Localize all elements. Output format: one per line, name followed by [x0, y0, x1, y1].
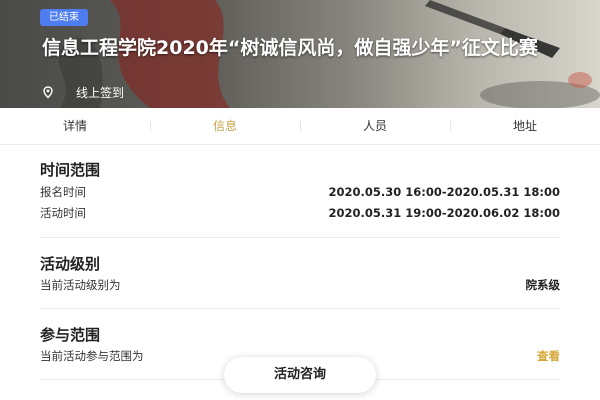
view-scope-link[interactable]: 查看 — [537, 346, 560, 367]
activity-time-label: 活动时间 — [40, 206, 86, 220]
level-heading: 活动级别 — [40, 255, 101, 273]
tab-bar: 详情 信息 人员 地址 — [0, 108, 600, 145]
signup-time-value: 2020.05.30 16:00-2020.05.31 18:00 — [328, 185, 561, 199]
scope-label: 当前活动参与范围为 — [40, 349, 144, 363]
activity-title: 信息工程学院2020年“树诚信风尚，做自强少年”征文比赛 — [42, 37, 538, 59]
activity-time-value: 2020.05.31 19:00-2020.06.02 18:00 — [328, 206, 561, 220]
tab-address[interactable]: 地址 — [450, 108, 600, 144]
location-row: 线上签到 — [42, 84, 124, 101]
level-row: 当前活动级别为 院系级 — [40, 275, 560, 296]
scope-heading: 参与范围 — [40, 326, 101, 344]
signup-time-row: 报名时间 2020.05.30 16:00-2020.05.31 18:00 — [40, 182, 560, 203]
tab-info[interactable]: 信息 — [150, 108, 300, 144]
activity-time-row: 活动时间 2020.05.31 19:00-2020.06.02 18:00 — [40, 203, 560, 224]
time-range-section: 时间范围 报名时间 2020.05.30 16:00-2020.05.31 18… — [40, 160, 560, 224]
location-pin-icon — [43, 86, 53, 99]
status-badge: 已结束 — [40, 9, 88, 26]
section-divider — [40, 308, 560, 309]
section-divider — [40, 237, 560, 238]
time-range-heading: 时间范围 — [40, 161, 101, 179]
level-section: 活动级别 当前活动级别为 院系级 — [40, 254, 560, 296]
activity-consult-button[interactable]: 活动咨询 — [224, 357, 376, 393]
tab-details[interactable]: 详情 — [0, 108, 150, 144]
tab-people[interactable]: 人员 — [300, 108, 450, 144]
level-label: 当前活动级别为 — [40, 278, 121, 292]
activity-banner: 已结束 信息工程学院2020年“树诚信风尚，做自强少年”征文比赛 线上签到 — [0, 0, 600, 108]
location-text: 线上签到 — [76, 86, 125, 100]
level-value: 院系级 — [525, 278, 561, 292]
signup-time-label: 报名时间 — [40, 185, 86, 199]
